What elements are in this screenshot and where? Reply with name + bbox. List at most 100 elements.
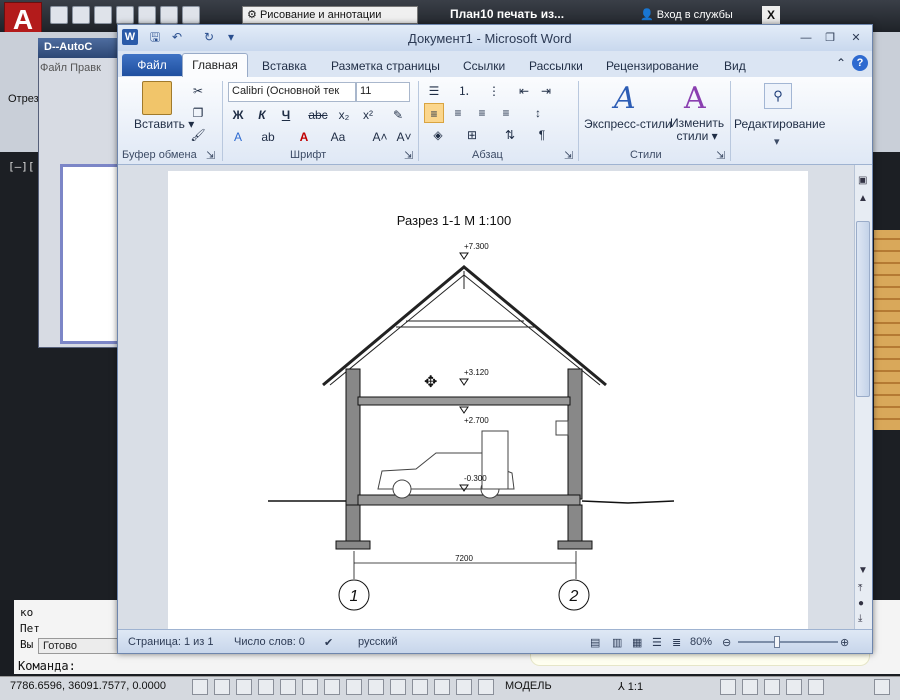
spellcheck-icon[interactable]: ✔ <box>324 636 333 649</box>
ruler-toggle-icon[interactable]: ▣ <box>858 175 867 186</box>
print-icon[interactable] <box>138 6 156 24</box>
grow-font-icon[interactable]: A˄ <box>370 127 390 147</box>
zoom-in-icon[interactable]: ⊕ <box>840 636 849 649</box>
web-layout-icon[interactable]: ▦ <box>632 636 642 649</box>
save-icon[interactable]: 🖫 <box>148 30 162 44</box>
save-icon[interactable] <box>94 6 112 24</box>
shading-icon[interactable]: ◈ <box>428 125 448 145</box>
snap-icon[interactable] <box>192 679 208 695</box>
dyn-icon[interactable] <box>346 679 362 695</box>
sc-icon[interactable] <box>434 679 450 695</box>
command-input[interactable]: Команда: <box>18 659 76 673</box>
save-as-icon[interactable] <box>116 6 134 24</box>
clean-screen-icon[interactable] <box>874 679 890 695</box>
line-spacing-icon[interactable]: ↕ <box>528 103 548 123</box>
exchange-icon[interactable]: X <box>762 6 780 24</box>
tab-review[interactable]: Рецензирование <box>606 59 699 73</box>
zoom-out-icon[interactable]: ⊖ <box>722 636 731 649</box>
underline-icon[interactable]: Ч <box>276 105 296 125</box>
bullets-icon[interactable]: ☰ <box>424 81 444 101</box>
tab-references[interactable]: Ссылки <box>463 59 505 73</box>
binoculars-icon[interactable]: ⚲ <box>764 83 792 109</box>
zoom-slider-knob[interactable] <box>774 636 780 648</box>
align-left-icon[interactable]: ≡ <box>424 103 444 123</box>
polar-icon[interactable] <box>258 679 274 695</box>
justify-icon[interactable]: ≡ <box>496 103 516 123</box>
undo-icon[interactable]: ↶ <box>170 30 184 44</box>
editing-button[interactable]: Редактирование <box>734 117 825 131</box>
sort-icon[interactable]: ⇅ <box>500 125 520 145</box>
word-app-icon[interactable]: W <box>122 29 138 45</box>
decrease-indent-icon[interactable]: ⇤ <box>514 81 534 101</box>
text-effects-icon[interactable]: A <box>228 127 248 147</box>
tab-view[interactable]: Вид <box>724 59 746 73</box>
collapse-ribbon-icon[interactable]: ⌃ <box>836 56 846 70</box>
tab-insert[interactable]: Вставка <box>262 59 307 73</box>
reading-mode-icon[interactable]: ▥ <box>612 636 622 649</box>
isolate-icon[interactable] <box>786 679 802 695</box>
paste-icon[interactable] <box>142 81 172 115</box>
dialog-launcher-icon[interactable]: ⇲ <box>716 149 725 162</box>
page-count[interactable]: Страница: 1 из 1 <box>128 636 214 648</box>
superscript-icon[interactable]: x² <box>358 105 378 125</box>
hardware-accel-icon[interactable] <box>764 679 780 695</box>
change-styles-button[interactable]: Изменить стили ▾ <box>670 117 724 143</box>
redo-icon[interactable] <box>182 6 200 24</box>
ducs-icon[interactable] <box>324 679 340 695</box>
login-link[interactable]: 👤 Вход в службы <box>640 8 733 21</box>
dialog-launcher-icon[interactable]: ⇲ <box>206 149 215 162</box>
annotation-scale[interactable]: ⅄ 1:1 <box>618 680 643 693</box>
scroll-up-icon[interactable]: ▲ <box>858 193 868 204</box>
express-styles-button[interactable]: Экспресс-стили <box>584 117 672 131</box>
transparency-icon[interactable] <box>390 679 406 695</box>
layout-icon[interactable] <box>478 679 494 695</box>
next-page-icon[interactable]: ⤓ <box>858 613 862 624</box>
grid-icon[interactable] <box>214 679 230 695</box>
workspace-select[interactable]: ⚙ Рисование и аннотации <box>242 6 418 24</box>
trim-tool-label[interactable]: Отрез <box>8 93 39 105</box>
draft-icon[interactable]: ≣ <box>672 636 681 649</box>
close-icon[interactable]: ✕ <box>846 30 866 46</box>
tab-file[interactable]: Файл <box>122 54 182 76</box>
scrollbar-thumb[interactable] <box>856 221 870 397</box>
highlight-icon[interactable]: ab <box>258 127 278 147</box>
align-right-icon[interactable]: ≡ <box>472 103 492 123</box>
change-case-icon[interactable]: Aa <box>328 127 348 147</box>
print-layout-icon[interactable]: ▤ <box>590 636 600 649</box>
qp-icon[interactable] <box>412 679 428 695</box>
browse-object-icon[interactable]: ● <box>858 598 864 609</box>
undo-icon[interactable] <box>160 6 178 24</box>
font-color-icon[interactable]: A <box>294 127 314 147</box>
help-icon[interactable]: ? <box>852 55 868 71</box>
font-size-select[interactable]: 11 <box>356 82 410 102</box>
minimize-icon[interactable]: — <box>796 30 816 46</box>
chevron-down-icon[interactable]: ▾ <box>774 135 780 148</box>
format-painter-icon[interactable]: 🖌 <box>188 125 208 145</box>
workspace-switch-icon[interactable] <box>720 679 736 695</box>
prev-page-icon[interactable]: ⤒ <box>858 583 862 594</box>
copy-icon[interactable]: ❐ <box>188 103 208 123</box>
subscript-icon[interactable]: x₂ <box>334 105 354 125</box>
strikethrough-icon[interactable]: abc <box>308 105 328 125</box>
bold-icon[interactable]: Ж <box>228 105 248 125</box>
dialog-launcher-icon[interactable]: ⇲ <box>564 149 573 162</box>
zoom-level[interactable]: 80% <box>690 636 712 648</box>
new-file-icon[interactable] <box>50 6 68 24</box>
document-page[interactable]: Разрез 1-1 М 1:100 +7.300 +3.120 +2.700 … <box>168 171 808 631</box>
borders-icon[interactable]: ⊞ <box>462 125 482 145</box>
lweight-icon[interactable] <box>368 679 384 695</box>
express-styles-icon[interactable]: A <box>614 81 636 116</box>
multilevel-list-icon[interactable]: ⋮ <box>484 81 504 101</box>
paste-button-label[interactable]: Вставить ▾ <box>134 117 194 131</box>
maximize-icon[interactable]: ❐ <box>820 30 840 46</box>
zoom-slider[interactable] <box>738 641 838 643</box>
shrink-font-icon[interactable]: A˅ <box>394 127 414 147</box>
show-marks-icon[interactable]: ¶ <box>532 125 552 145</box>
scroll-down-icon[interactable]: ▼ <box>858 565 868 576</box>
clear-formatting-icon[interactable]: ✎ <box>388 105 408 125</box>
viewport-controls[interactable]: [–][ <box>8 160 35 173</box>
menu-file[interactable]: Файл <box>40 62 67 74</box>
outline-icon[interactable]: ☰ <box>652 636 662 649</box>
word-count[interactable]: Число слов: 0 <box>234 636 305 648</box>
tab-page-layout[interactable]: Разметка страницы <box>331 59 440 73</box>
